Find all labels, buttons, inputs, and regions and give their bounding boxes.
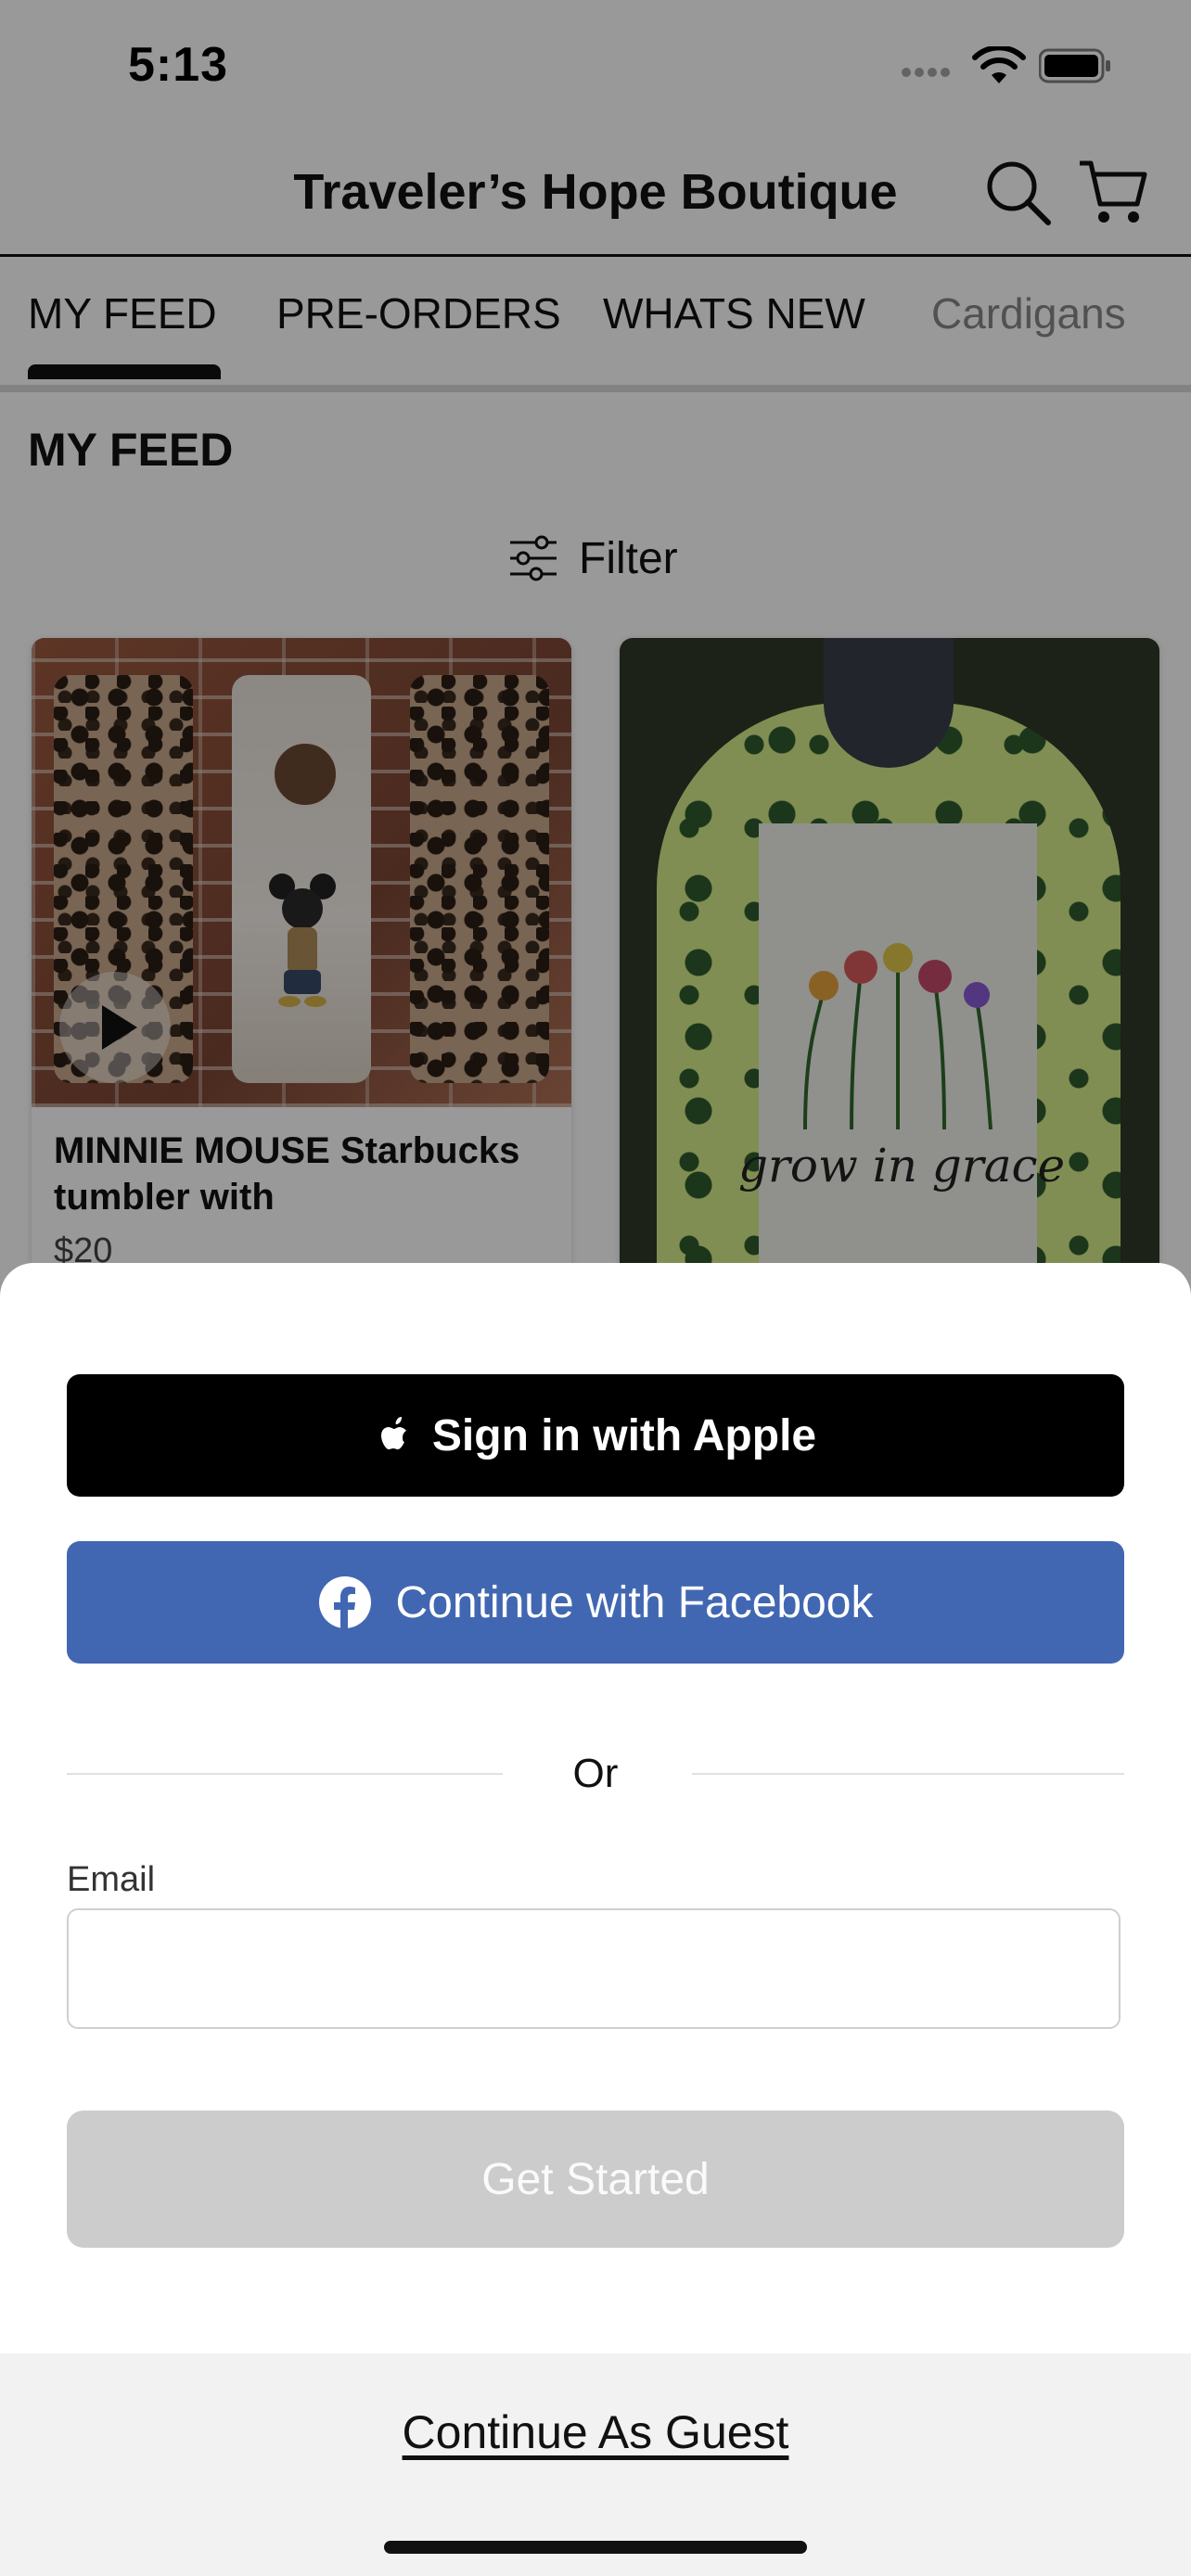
sign-in-with-apple-button[interactable]: Sign in with Apple: [67, 1374, 1124, 1497]
get-started-button[interactable]: Get Started: [67, 2111, 1124, 2248]
or-divider: Or: [67, 1745, 1124, 1801]
apple-icon: [380, 1417, 406, 1449]
get-started-label: Get Started: [481, 2154, 710, 2204]
continue-with-facebook-button[interactable]: Continue with Facebook: [67, 1541, 1124, 1664]
facebook-button-label: Continue with Facebook: [395, 1577, 874, 1627]
facebook-icon: [318, 1576, 371, 1629]
divider-line-right: [692, 1773, 1124, 1775]
home-indicator: [384, 2541, 807, 2554]
email-field[interactable]: [67, 1908, 1121, 2029]
email-label: Email: [67, 1860, 156, 1899]
sign-in-sheet: Sign in with Apple Continue with Faceboo…: [0, 1263, 1191, 2576]
apple-button-label: Sign in with Apple: [431, 1410, 817, 1460]
continue-as-guest-link[interactable]: Continue As Guest: [0, 2405, 1191, 2459]
